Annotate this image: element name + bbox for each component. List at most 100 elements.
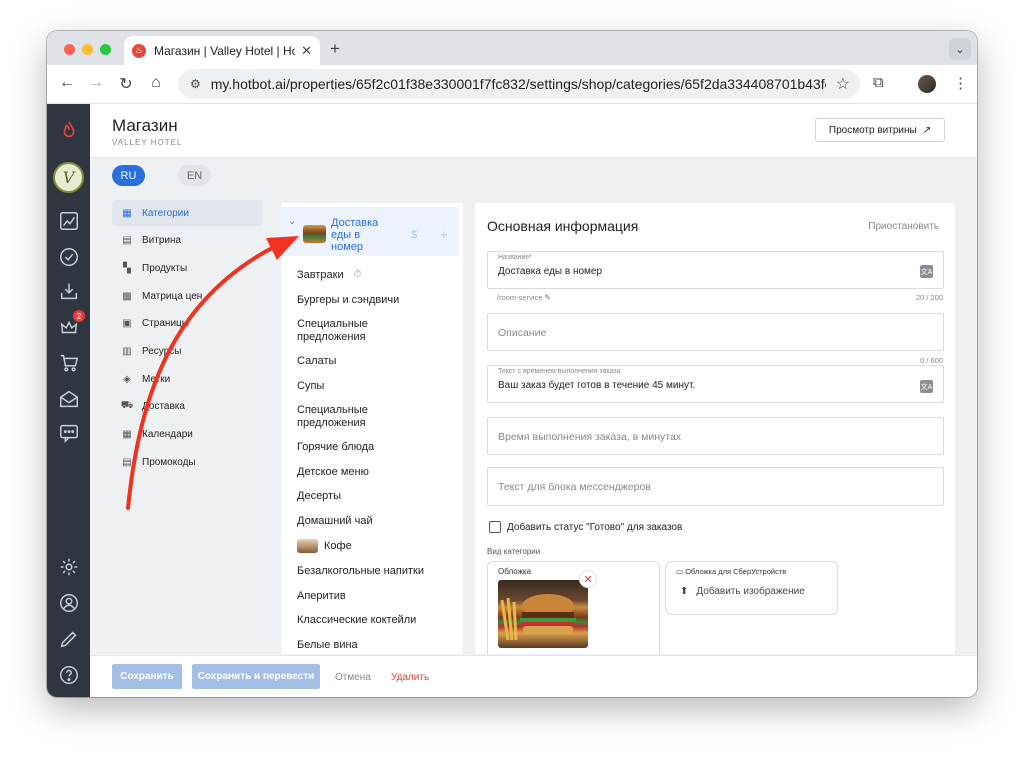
chat-icon[interactable] [56, 420, 81, 445]
category-item[interactable]: Домашний чай [297, 509, 457, 534]
sidebar-item-price-matrix[interactable]: ▩ Матрица цен [112, 283, 262, 309]
add-image-button[interactable]: ⬆ Добавить изображение [680, 586, 805, 597]
storefront-preview-button[interactable]: Просмотр витрины ↗ [815, 118, 945, 142]
analytics-icon[interactable] [56, 208, 81, 233]
notification-badge: 2 [73, 310, 85, 322]
category-item-label: Завтраки [297, 269, 344, 281]
mail-icon[interactable] [56, 386, 81, 411]
sidebar-item-tags[interactable]: ◈ Метки [112, 366, 262, 392]
store-icon: ▦ [122, 207, 132, 219]
widgets-icon: ▚ [123, 262, 131, 274]
category-list: Завтраки ⏱ Бургеры и сэндвичи Специальны… [297, 263, 457, 654]
category-item[interactable]: Специальные предложения [297, 312, 382, 349]
tab-search-button[interactable]: ⌄ [949, 38, 971, 60]
add-subcategory-icon[interactable]: + [440, 227, 448, 242]
sidebar-item-calendars[interactable]: ▦ Календари [112, 422, 262, 448]
zoom-window-button[interactable] [100, 44, 111, 55]
category-item[interactable]: Белые вина [297, 633, 457, 655]
category-item-label: Кофе [324, 539, 352, 552]
inbox-download-icon[interactable] [56, 278, 81, 303]
category-item[interactable]: Классические коктейли [297, 608, 457, 633]
lang-en-button[interactable]: EN [178, 165, 211, 186]
sidebar-item-delivery[interactable]: ⛟ Доставка [112, 394, 262, 420]
sidebar-item-label: Матрица цен [142, 290, 203, 302]
category-item[interactable]: Аперитив [297, 584, 457, 609]
ready-status-checkbox-row[interactable]: Добавить статус "Готово" для заказов [489, 521, 682, 533]
category-view-label: Вид категории [487, 547, 541, 556]
sidebar-item-showcase[interactable]: ▤ Витрина [112, 228, 262, 254]
category-selected-label: Доставка еды в номер [331, 217, 379, 253]
promo-list-icon: ▤ [122, 456, 132, 468]
category-item[interactable]: Детское меню [297, 460, 457, 485]
edit-slug-icon[interactable]: ✎ [545, 293, 551, 302]
suspend-button[interactable]: Приостановить [868, 221, 939, 232]
browser-tab[interactable]: ♨ Магазин | Valley Hotel | Hotbot ✕ [124, 36, 320, 65]
slug-text[interactable]: /room-service ✎ [497, 293, 551, 302]
remove-cover-icon[interactable]: ✕ [579, 570, 597, 588]
tasks-check-icon[interactable] [56, 244, 81, 269]
delete-button[interactable]: Удалить [391, 672, 429, 683]
home-icon[interactable]: ⌂ [146, 74, 166, 92]
tab-strip: ♨ Магазин | Valley Hotel | Hotbot ✕ + ⌄ [47, 31, 977, 65]
category-item-label: Десерты [297, 490, 342, 502]
property-logo[interactable]: V [53, 162, 84, 193]
order-time-minutes-field[interactable]: Время выполнения заказа, в минутах [487, 417, 944, 455]
name-field-label: Название* [498, 254, 533, 261]
sidebar-item-products[interactable]: ▚ Продукты [112, 255, 262, 281]
close-window-button[interactable] [64, 44, 75, 55]
ready-status-checkbox[interactable] [489, 521, 501, 533]
translate-icon[interactable]: 文A [920, 380, 933, 393]
sidebar-item-resources[interactable]: ▥ Ресурсы [112, 338, 262, 364]
settings-gear-icon[interactable] [56, 554, 81, 579]
category-item[interactable]: Завтраки ⏱ [297, 263, 457, 288]
sidebar-item-pages[interactable]: ▣ Страницы [112, 311, 262, 337]
category-item[interactable]: Безалкогольные напитки [297, 559, 457, 584]
category-item-label: Специальные предложения [297, 404, 368, 429]
new-tab-button[interactable]: + [330, 39, 340, 59]
category-tree: ⌄ Доставка еды в номер $ + Завтраки ⏱ Бу… [281, 203, 463, 654]
category-item[interactable]: Горячие блюда [297, 435, 457, 460]
messenger-text-field[interactable]: Текст для блока мессенджеров [487, 467, 944, 506]
sidebar-item-label: Метки [142, 373, 171, 385]
price-dollar-icon[interactable]: $ [411, 229, 417, 241]
translate-icon[interactable]: 文A [920, 265, 933, 278]
sidebar-item-promocodes[interactable]: ▤ Промокоды [112, 449, 262, 475]
site-settings-icon[interactable]: ⚙ [190, 77, 201, 91]
save-button[interactable]: Сохранить [112, 664, 182, 689]
forward-icon[interactable]: → [86, 74, 106, 92]
save-and-translate-button[interactable]: Сохранить и перевести [192, 664, 320, 689]
description-field[interactable]: Описание [487, 313, 944, 351]
category-item[interactable]: Десерты [297, 484, 457, 509]
help-icon[interactable] [56, 662, 81, 687]
category-item[interactable]: Специальные предложения [297, 398, 382, 435]
cancel-button[interactable]: Отмена [335, 672, 371, 683]
name-field[interactable]: Название* Доставка еды в номер 文A [487, 251, 944, 289]
ready-status-label: Добавить статус "Готово" для заказов [507, 521, 683, 533]
category-item[interactable]: Салаты [297, 349, 457, 374]
shop-cart-icon[interactable] [56, 350, 81, 375]
lang-ru-button[interactable]: RU [112, 165, 145, 186]
user-profile-icon[interactable] [56, 590, 81, 615]
category-item[interactable]: Супы [297, 374, 457, 399]
sidebar-item-label: Продукты [142, 262, 188, 274]
profile-avatar[interactable] [918, 75, 936, 93]
minimize-window-button[interactable] [82, 44, 93, 55]
close-tab-icon[interactable]: ✕ [301, 43, 312, 59]
category-item-label: Супы [297, 379, 325, 392]
sidebar-item-label: Доставка [142, 401, 185, 413]
category-item[interactable]: Кофе [297, 533, 457, 559]
order-time-text-field[interactable]: Текст с временем выполнения заказа Ваш з… [487, 365, 944, 403]
sidebar-item-categories[interactable]: ▦ Категории [112, 200, 262, 226]
extensions-icon[interactable]: ⧉ [873, 74, 884, 91]
reload-icon[interactable]: ↻ [116, 74, 136, 94]
hotbot-flame-icon[interactable] [56, 117, 81, 142]
browser-menu-icon[interactable]: ⋮ [953, 74, 968, 92]
category-selected[interactable]: ⌄ Доставка еды в номер $ + [281, 207, 458, 256]
category-item[interactable]: Бургеры и сэндвичи [297, 288, 457, 313]
chevron-down-icon[interactable]: ⌄ [288, 216, 296, 227]
edit-pencil-icon[interactable] [56, 626, 81, 651]
back-icon[interactable]: ← [57, 74, 77, 92]
bookmark-star-icon[interactable]: ☆ [836, 74, 850, 94]
cover-image[interactable] [498, 580, 588, 648]
address-bar[interactable]: ⚙ my.hotbot.ai/properties/65f2c01f38e330… [178, 69, 860, 99]
